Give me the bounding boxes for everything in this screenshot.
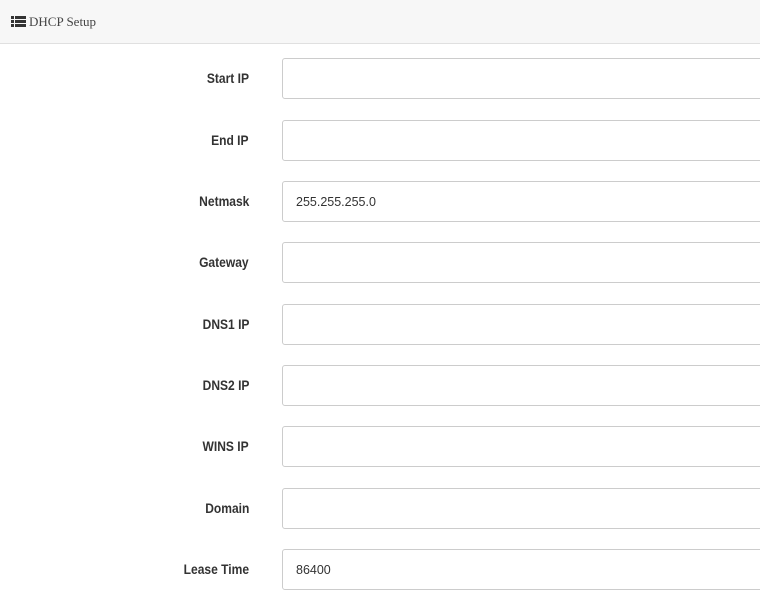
lease-time-input[interactable] bbox=[282, 549, 760, 590]
dns1-ip-input[interactable] bbox=[282, 304, 760, 345]
panel-header: DHCP Setup bbox=[0, 0, 760, 44]
dhcp-setup-panel: DHCP Setup Start IP End IP Netmask Gatew… bbox=[0, 0, 760, 606]
form-row-gateway: Gateway bbox=[0, 242, 760, 283]
domain-input[interactable] bbox=[282, 488, 760, 529]
netmask-label: Netmask bbox=[198, 193, 249, 209]
gateway-label: Gateway bbox=[199, 254, 249, 270]
form-row-netmask: Netmask bbox=[0, 181, 760, 222]
panel-title: DHCP Setup bbox=[29, 13, 97, 29]
form-row-dns1-ip: DNS1 IP bbox=[0, 304, 760, 345]
form-row-lease-time: Lease Time bbox=[0, 549, 760, 590]
form-row-wins-ip: WINS IP bbox=[0, 426, 760, 467]
end-ip-label: End IP bbox=[211, 132, 249, 148]
dns2-ip-label: DNS2 IP bbox=[202, 377, 249, 393]
dns2-ip-input[interactable] bbox=[282, 365, 760, 406]
end-ip-input[interactable] bbox=[282, 120, 760, 161]
form-row-dns2-ip: DNS2 IP bbox=[0, 365, 760, 406]
wins-ip-input[interactable] bbox=[282, 426, 760, 467]
list-icon bbox=[11, 16, 26, 27]
form-row-end-ip: End IP bbox=[0, 120, 760, 161]
gateway-input[interactable] bbox=[282, 242, 760, 283]
lease-time-label: Lease Time bbox=[183, 561, 249, 577]
start-ip-input[interactable] bbox=[282, 58, 760, 99]
netmask-input[interactable] bbox=[282, 181, 760, 222]
form-row-start-ip: Start IP bbox=[0, 58, 760, 99]
domain-label: Domain bbox=[204, 500, 249, 516]
start-ip-label: Start IP bbox=[206, 70, 249, 86]
form-row-domain: Domain bbox=[0, 488, 760, 529]
wins-ip-label: WINS IP bbox=[202, 438, 249, 454]
dns1-ip-label: DNS1 IP bbox=[202, 316, 249, 332]
